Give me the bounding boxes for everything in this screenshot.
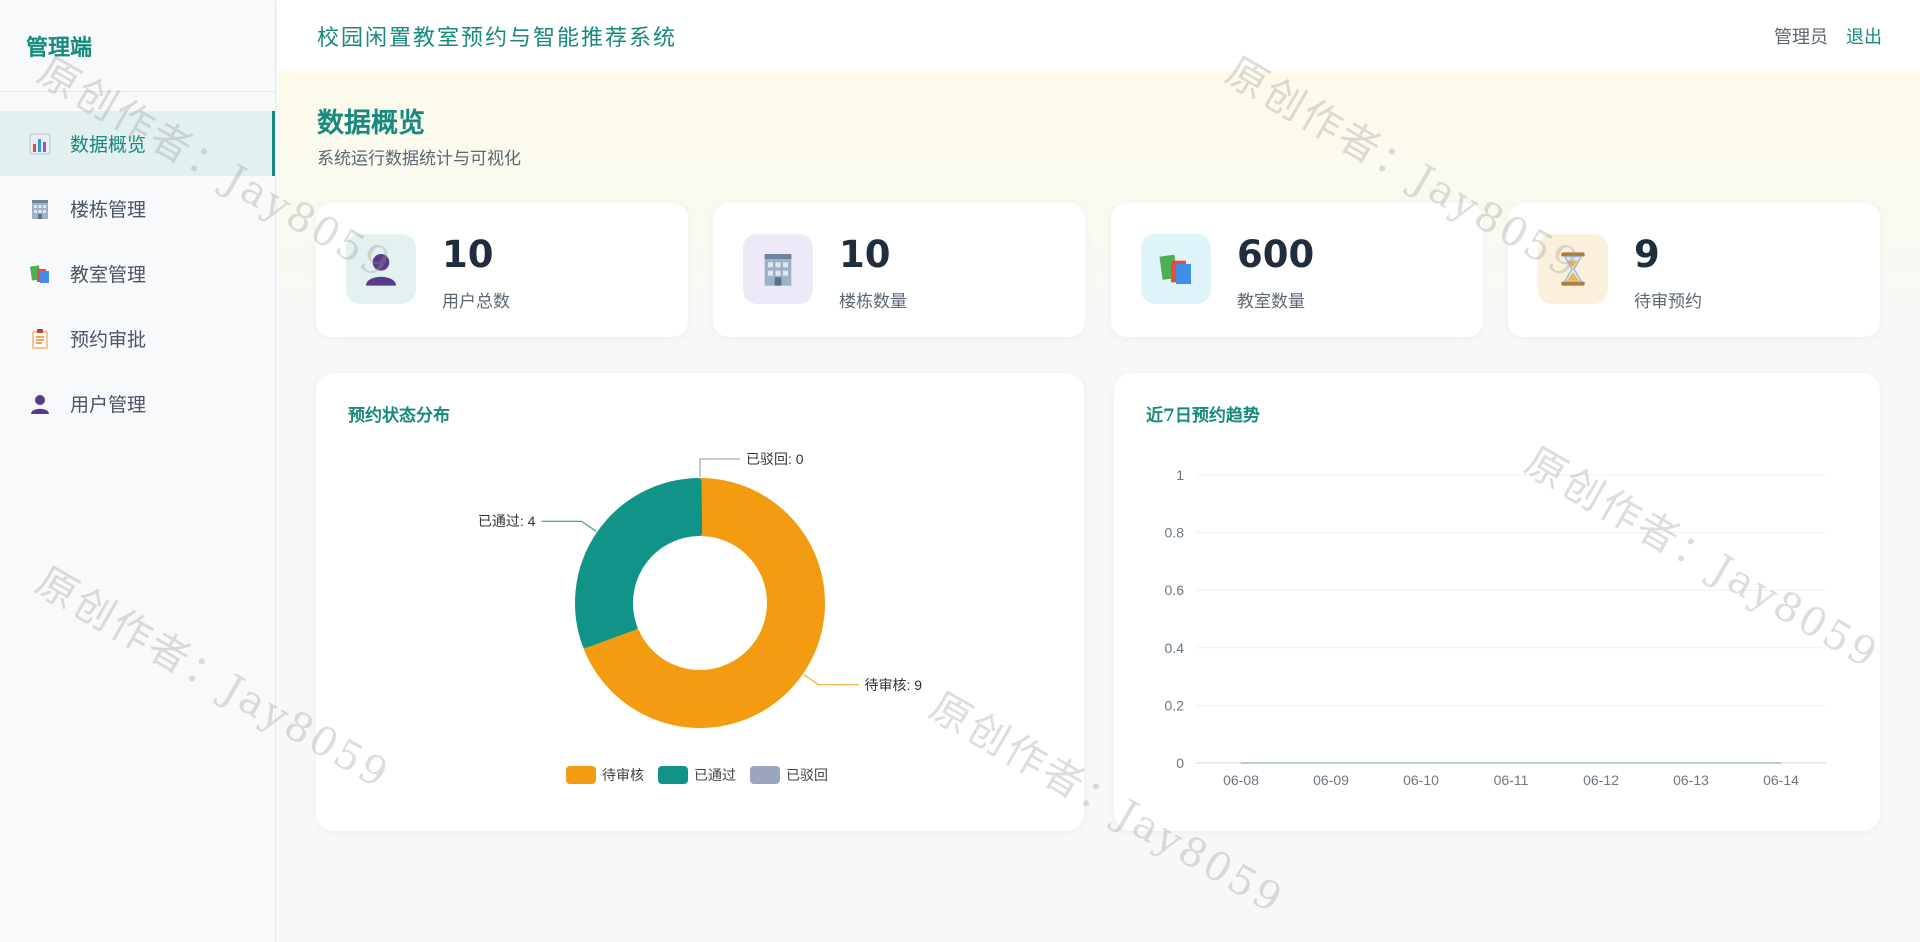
status-distribution-panel: 预约状态分布 待审核: 9 已通过: 4 已驳回: 0 待审核 已通过 已驳回 [316, 373, 1084, 831]
legend-swatch-1 [658, 766, 688, 784]
x-tick-label-4: 06-12 [1583, 772, 1619, 788]
page-title: 数据概览 [317, 108, 425, 139]
sidebar-item-label: 用户管理 [70, 394, 147, 416]
donut-label-line-2 [699, 458, 740, 477]
donut-data-label-1: 已通过: 4 [478, 513, 536, 529]
building-icon [764, 254, 792, 286]
stat-value: 600 [1237, 233, 1315, 276]
system-title: 校园闲置教室预约与智能推荐系统 [317, 25, 678, 51]
stat-value: 10 [442, 233, 494, 276]
sidebar-item-approvals[interactable]: 预约审批 [0, 306, 275, 371]
x-tick-label-5: 06-13 [1673, 772, 1709, 788]
top-bar: 校园闲置教室预约与智能推荐系统 管理员 退出 [277, 0, 1920, 71]
sidebar-item-buildings[interactable]: 楼栋管理 [0, 176, 275, 241]
legend-swatch-2 [750, 766, 780, 784]
stat-icon-box [346, 234, 416, 304]
hourglass-icon [1561, 252, 1585, 286]
user-icon [366, 254, 396, 286]
building-icon [28, 197, 52, 221]
stat-value: 9 [1634, 233, 1660, 276]
stat-value: 10 [839, 233, 891, 276]
sidebar-item-users[interactable]: 用户管理 [0, 371, 275, 436]
sidebar-item-label: 数据概览 [70, 134, 147, 156]
y-tick-label-3: 0.4 [1165, 640, 1185, 656]
clipboard-icon [28, 327, 52, 351]
stat-icon-box [1538, 234, 1608, 304]
status-donut-chart: 待审核: 9 已通过: 4 已驳回: 0 待审核 已通过 已驳回 [478, 451, 923, 784]
sidebar-menu: 数据概览 楼栋管理 教室管理 预约审批 用户管理 [0, 111, 275, 436]
x-tick-label-6: 06-14 [1763, 772, 1799, 788]
stat-card-pending: 9 待审预约 [1508, 203, 1880, 337]
y-tick-label-1: 0.8 [1165, 525, 1185, 541]
stat-icon-box [743, 234, 813, 304]
sidebar-item-overview[interactable]: 数据概览 [0, 111, 275, 176]
sidebar-item-label: 楼栋管理 [70, 199, 147, 221]
x-tick-label-2: 06-10 [1403, 772, 1439, 788]
stat-card-classrooms: 600 教室数量 [1111, 203, 1483, 337]
legend-label-2: 已驳回 [786, 767, 828, 783]
trend-panel: 近7日预约趋势 1 0.8 0.6 0.4 0.2 0 06-08 06-09 06-10 06-… [1114, 373, 1880, 831]
stat-label: 教室数量 [1237, 292, 1305, 312]
stat-card-buildings: 10 楼栋数量 [713, 203, 1085, 337]
sidebar: 管理端 数据概览 楼栋管理 教室管理 预约审批 用户管理 [0, 0, 276, 942]
books-icon [28, 262, 52, 286]
bar-chart-icon [28, 132, 52, 156]
donut-label-line-1 [541, 520, 597, 532]
stat-label: 待审预约 [1634, 292, 1702, 312]
user-area: 管理员 退出 [1774, 23, 1882, 49]
stat-label: 用户总数 [442, 292, 510, 312]
legend-label-0: 待审核 [602, 767, 644, 783]
panel-title: 近7日预约趋势 [1146, 406, 1260, 426]
donut-label-line-0 [803, 674, 859, 686]
donut-slice-1 [575, 478, 703, 648]
logout-link[interactable]: 退出 [1846, 23, 1882, 49]
panel-title: 预约状态分布 [348, 406, 450, 426]
user-name: 管理员 [1774, 26, 1828, 48]
page-subtitle: 系统运行数据统计与可视化 [317, 149, 521, 169]
user-icon [28, 392, 52, 416]
trend-line-chart: 1 0.8 0.6 0.4 0.2 0 06-08 06-09 06-10 06-11 06-12 0… [1165, 467, 1826, 788]
sidebar-item-label: 教室管理 [70, 264, 147, 286]
y-tick-label-0: 1 [1176, 467, 1184, 483]
stat-label: 楼栋数量 [839, 292, 907, 312]
legend-label-1: 已通过 [694, 767, 736, 783]
sidebar-item-label: 预约审批 [70, 329, 147, 351]
x-tick-label-1: 06-09 [1313, 772, 1349, 788]
donut-data-label-2: 已驳回: 0 [746, 451, 804, 467]
main-content: 数据概览 系统运行数据统计与可视化 10 用户总数 10 楼栋数量 600 教室… [277, 71, 1920, 942]
stat-icon-box [1141, 234, 1211, 304]
books-icon [1159, 254, 1191, 284]
y-tick-label-4: 0.2 [1165, 697, 1185, 713]
x-tick-label-0: 06-08 [1223, 772, 1259, 788]
sidebar-item-classrooms[interactable]: 教室管理 [0, 241, 275, 306]
legend-swatch-0 [566, 766, 596, 784]
y-tick-label-5: 0 [1176, 755, 1184, 771]
sidebar-brand: 管理端 [0, 0, 275, 92]
donut-data-label-0: 待审核: 9 [865, 677, 923, 693]
y-tick-label-2: 0.6 [1165, 582, 1185, 598]
x-tick-label-3: 06-11 [1494, 772, 1529, 788]
stat-card-users: 10 用户总数 [316, 203, 688, 337]
